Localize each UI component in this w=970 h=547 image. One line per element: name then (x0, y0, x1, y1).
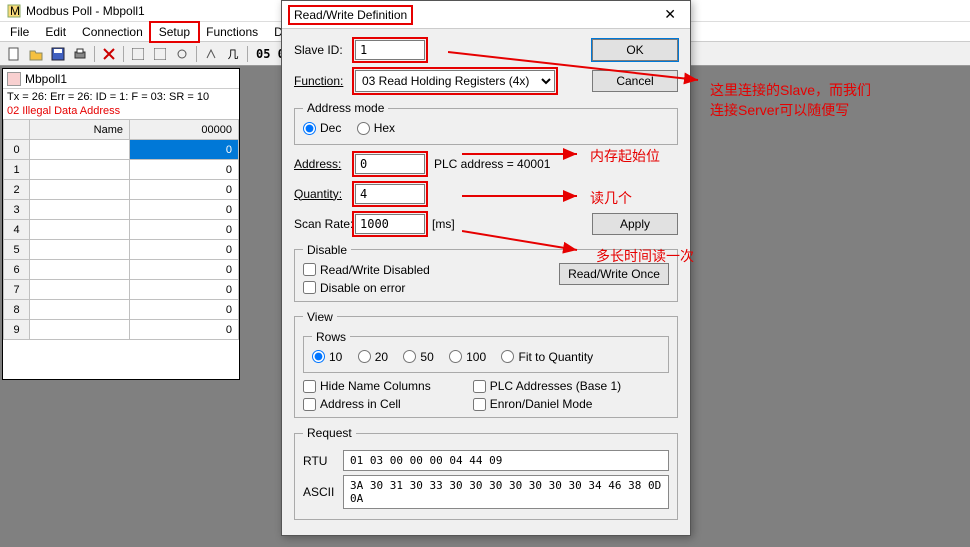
rows-100-radio[interactable]: 100 (449, 350, 486, 364)
rw-once-button[interactable]: Read/Write Once (559, 263, 669, 285)
scanrate-label: Scan Rate: (294, 217, 354, 231)
tool-a-icon[interactable] (128, 45, 148, 63)
menu-edit[interactable]: Edit (37, 23, 74, 41)
address-input[interactable] (355, 154, 425, 174)
menu-functions[interactable]: Functions (198, 23, 266, 41)
table-row[interactable]: 00 (4, 140, 239, 160)
address-mode-group: Address mode Dec Hex (294, 101, 678, 145)
doc-icon (7, 72, 21, 86)
child-window: Mbpoll1 Tx = 26: Err = 26: ID = 1: F = 0… (2, 68, 240, 380)
function-label: Function: (294, 74, 354, 88)
table-row[interactable]: 60 (4, 260, 239, 280)
close-icon[interactable]: ✕ (658, 4, 682, 25)
view-group: View Rows 10 20 50 100 Fit to Quantity H… (294, 310, 678, 419)
ascii-label: ASCII (303, 485, 343, 499)
table-row[interactable]: 70 (4, 280, 239, 300)
dec-radio[interactable]: Dec (303, 121, 341, 135)
status-line: Tx = 26: Err = 26: ID = 1: F = 03: SR = … (3, 89, 239, 105)
rows-10-radio[interactable]: 10 (312, 350, 342, 364)
open-icon[interactable] (26, 45, 46, 63)
function-select[interactable]: 03 Read Holding Registers (4x) (355, 70, 555, 92)
scanrate-unit: [ms] (432, 217, 455, 231)
view-label: View (303, 310, 337, 324)
error-line: 02 Illegal Data Address (3, 105, 239, 119)
rows-label: Rows (312, 330, 350, 344)
table-row[interactable]: 30 (4, 200, 239, 220)
rtu-label: RTU (303, 454, 343, 468)
address-label: Address: (294, 157, 354, 171)
hex-radio[interactable]: Hex (357, 121, 395, 135)
hide-name-check[interactable]: Hide Name Columns (303, 379, 431, 393)
request-label: Request (303, 426, 356, 440)
table-row[interactable]: 90 (4, 320, 239, 340)
request-group: Request RTU 01 03 00 00 00 04 44 09 ASCI… (294, 426, 678, 520)
quantity-label: Quantity: (294, 187, 354, 201)
disable-label: Disable (303, 243, 351, 257)
dialog-rw-definition: Read/Write Definition ✕ Slave ID: OK Fun… (281, 0, 691, 536)
print-icon[interactable] (70, 45, 90, 63)
disable-on-error-check[interactable]: Disable on error (303, 281, 430, 295)
rows-fit-radio[interactable]: Fit to Quantity (501, 350, 593, 364)
table-row[interactable]: 50 (4, 240, 239, 260)
child-titlebar[interactable]: Mbpoll1 (3, 69, 239, 89)
enron-check[interactable]: Enron/Daniel Mode (473, 397, 621, 411)
table-row[interactable]: 20 (4, 180, 239, 200)
new-icon[interactable] (4, 45, 24, 63)
table-row[interactable]: 40 (4, 220, 239, 240)
svg-text:M: M (10, 4, 20, 18)
address-mode-label: Address mode (303, 101, 388, 115)
menu-setup[interactable]: Setup (151, 23, 198, 41)
quantity-input[interactable] (355, 184, 425, 204)
col-name[interactable]: Name (30, 120, 130, 140)
tool-d-icon[interactable] (201, 45, 221, 63)
rows-20-radio[interactable]: 20 (358, 350, 388, 364)
slave-id-label: Slave ID: (294, 43, 354, 57)
ok-button[interactable]: OK (592, 39, 678, 61)
rw-disabled-check[interactable]: Read/Write Disabled (303, 263, 430, 277)
child-title: Mbpoll1 (25, 72, 67, 86)
addr-cell-check[interactable]: Address in Cell (303, 397, 431, 411)
rows-50-radio[interactable]: 50 (403, 350, 433, 364)
menu-file[interactable]: File (2, 23, 37, 41)
dialog-titlebar[interactable]: Read/Write Definition ✕ (282, 1, 690, 29)
tool-e-icon[interactable]: 几 (223, 45, 243, 63)
col-val[interactable]: 00000 (130, 120, 239, 140)
plc-base-check[interactable]: PLC Addresses (Base 1) (473, 379, 621, 393)
plc-address-text: PLC address = 40001 (434, 157, 550, 171)
apply-button[interactable]: Apply (592, 213, 678, 235)
window-title: Modbus Poll - Mbpoll1 (26, 4, 145, 18)
data-grid[interactable]: Name 00000 00102030405060708090 (3, 119, 239, 340)
table-row[interactable]: 10 (4, 160, 239, 180)
slave-id-input[interactable] (355, 40, 425, 60)
menu-connection[interactable]: Connection (74, 23, 151, 41)
col-idx[interactable] (4, 120, 30, 140)
tool-c-icon[interactable] (172, 45, 192, 63)
delete-icon[interactable] (99, 45, 119, 63)
dialog-title: Read/Write Definition (290, 7, 411, 23)
app-icon: M (6, 3, 22, 19)
save-icon[interactable] (48, 45, 68, 63)
rtu-value: 01 03 00 00 00 04 44 09 (343, 450, 669, 471)
scanrate-input[interactable] (355, 214, 425, 234)
disable-group: Disable Read/Write Disabled Disable on e… (294, 243, 678, 302)
table-row[interactable]: 80 (4, 300, 239, 320)
tool-b-icon[interactable] (150, 45, 170, 63)
cancel-button[interactable]: Cancel (592, 70, 678, 92)
ascii-value: 3A 30 31 30 33 30 30 30 30 30 30 30 34 4… (343, 475, 669, 509)
